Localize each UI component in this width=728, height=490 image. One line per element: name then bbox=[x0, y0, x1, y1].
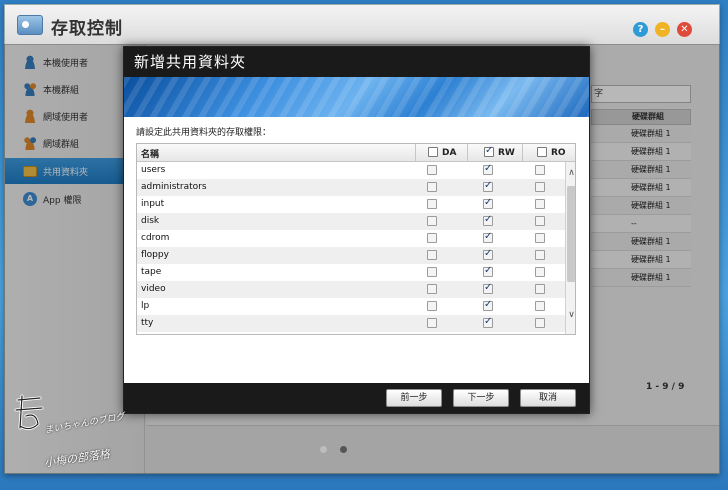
permission-da-checkbox[interactable] bbox=[427, 182, 437, 192]
row-group-name: disk bbox=[141, 216, 160, 226]
cancel-button[interactable]: 取消 bbox=[520, 389, 576, 407]
permission-rw-checkbox[interactable] bbox=[483, 282, 493, 294]
permission-ro-checkbox[interactable] bbox=[535, 165, 545, 175]
table-row: video bbox=[137, 281, 565, 298]
permission-da-checkbox[interactable] bbox=[427, 165, 437, 175]
dialog-prompt: 請設定此共用資料夾的存取權限： bbox=[136, 128, 272, 138]
watermark-logo-icon bbox=[14, 394, 44, 431]
column-header-ro: RO bbox=[522, 144, 575, 162]
permission-da-checkbox[interactable] bbox=[427, 199, 437, 209]
dialog-title: 新增共用資料夾 bbox=[124, 47, 589, 77]
row-group-name: administrators bbox=[141, 182, 207, 192]
select-all-ro-checkbox[interactable] bbox=[537, 147, 547, 157]
column-header-rw: RW bbox=[467, 144, 522, 162]
table-row: disk bbox=[137, 213, 565, 230]
dialog-banner bbox=[124, 77, 589, 117]
permission-da-checkbox[interactable] bbox=[427, 318, 437, 328]
permission-rw-checkbox[interactable] bbox=[483, 265, 493, 277]
minimize-button[interactable]: – bbox=[655, 22, 670, 37]
permission-ro-checkbox[interactable] bbox=[535, 301, 545, 311]
row-group-name: floppy bbox=[141, 250, 169, 260]
new-shared-folder-dialog: 新增共用資料夾 請設定此共用資料夾的存取權限： 名稱 DA RW RO user… bbox=[123, 46, 590, 414]
permission-rw-checkbox[interactable] bbox=[483, 248, 493, 260]
permission-rw-checkbox[interactable] bbox=[483, 197, 493, 209]
row-group-name: users bbox=[141, 165, 166, 175]
permission-da-checkbox[interactable] bbox=[427, 267, 437, 277]
app-title: 存取控制 bbox=[51, 19, 123, 39]
watermark-line1: まいちゃんのブログ bbox=[44, 412, 126, 436]
table-row: users bbox=[137, 162, 565, 179]
permission-ro-checkbox[interactable] bbox=[535, 182, 545, 192]
next-button[interactable]: 下一步 bbox=[453, 389, 509, 407]
row-group-name: cdrom bbox=[141, 233, 170, 243]
permission-da-checkbox[interactable] bbox=[427, 250, 437, 260]
permission-rw-checkbox[interactable] bbox=[483, 231, 493, 243]
row-group-name: tty bbox=[141, 318, 154, 328]
app-titlebar: 存取控制 ? – ✕ bbox=[5, 5, 719, 45]
permission-table: 名稱 DA RW RO users administrators input disk… bbox=[136, 143, 576, 335]
permission-da-checkbox[interactable] bbox=[427, 216, 437, 226]
permission-ro-checkbox[interactable] bbox=[535, 284, 545, 294]
table-row: floppy bbox=[137, 247, 565, 264]
column-header-ro-label: RO bbox=[551, 148, 566, 158]
permission-rw-checkbox[interactable] bbox=[483, 214, 493, 226]
permission-da-checkbox[interactable] bbox=[427, 233, 437, 243]
permission-rw-checkbox[interactable] bbox=[483, 299, 493, 311]
help-button[interactable]: ? bbox=[633, 22, 648, 37]
permission-rw-checkbox[interactable] bbox=[483, 316, 493, 328]
permission-ro-checkbox[interactable] bbox=[535, 216, 545, 226]
permission-rw-checkbox[interactable] bbox=[483, 163, 493, 175]
scroll-up-icon[interactable]: ∧ bbox=[566, 168, 575, 182]
page-dot[interactable] bbox=[320, 446, 327, 453]
watermark: まいちゃんのブログ 小梅の部落格 bbox=[8, 392, 126, 472]
permission-ro-checkbox[interactable] bbox=[535, 233, 545, 243]
column-header-rw-label: RW bbox=[498, 148, 515, 158]
table-scrollbar[interactable]: ∧ ∨ bbox=[565, 162, 575, 334]
scroll-thumb[interactable] bbox=[567, 186, 575, 282]
watermark-line2: 小梅の部落格 bbox=[43, 447, 111, 470]
column-header-name: 名稱 bbox=[141, 150, 160, 160]
permission-rw-checkbox[interactable] bbox=[483, 180, 493, 192]
permission-ro-checkbox[interactable] bbox=[535, 199, 545, 209]
table-row: tty bbox=[137, 315, 565, 332]
column-header-da-label: DA bbox=[442, 148, 457, 158]
table-row: tape bbox=[137, 264, 565, 281]
row-group-name: input bbox=[141, 199, 165, 209]
scroll-down-icon[interactable]: ∨ bbox=[566, 310, 575, 324]
permission-ro-checkbox[interactable] bbox=[535, 318, 545, 328]
access-control-icon bbox=[17, 15, 43, 35]
table-row: administrators bbox=[137, 179, 565, 196]
dialog-footer: 前一步 下一步 取消 bbox=[124, 383, 589, 413]
permission-ro-checkbox[interactable] bbox=[535, 267, 545, 277]
row-group-name: tape bbox=[141, 267, 162, 277]
column-header-da: DA bbox=[415, 144, 467, 162]
page-dot-active[interactable] bbox=[340, 446, 347, 453]
permission-ro-checkbox[interactable] bbox=[535, 250, 545, 260]
row-group-name: lp bbox=[141, 301, 150, 311]
page-indicator bbox=[320, 446, 360, 454]
row-group-name: video bbox=[141, 284, 166, 294]
permission-table-body: users administrators input disk cdrom floppy t… bbox=[137, 162, 565, 334]
permission-da-checkbox[interactable] bbox=[427, 301, 437, 311]
table-row: lp bbox=[137, 298, 565, 315]
permission-da-checkbox[interactable] bbox=[427, 284, 437, 294]
select-all-da-checkbox[interactable] bbox=[428, 147, 438, 157]
back-button[interactable]: 前一步 bbox=[386, 389, 442, 407]
table-row: cdrom bbox=[137, 230, 565, 247]
select-all-rw-checkbox[interactable] bbox=[484, 145, 494, 157]
close-button[interactable]: ✕ bbox=[677, 22, 692, 37]
table-row: input bbox=[137, 196, 565, 213]
permission-table-header: 名稱 DA RW RO bbox=[137, 144, 575, 162]
